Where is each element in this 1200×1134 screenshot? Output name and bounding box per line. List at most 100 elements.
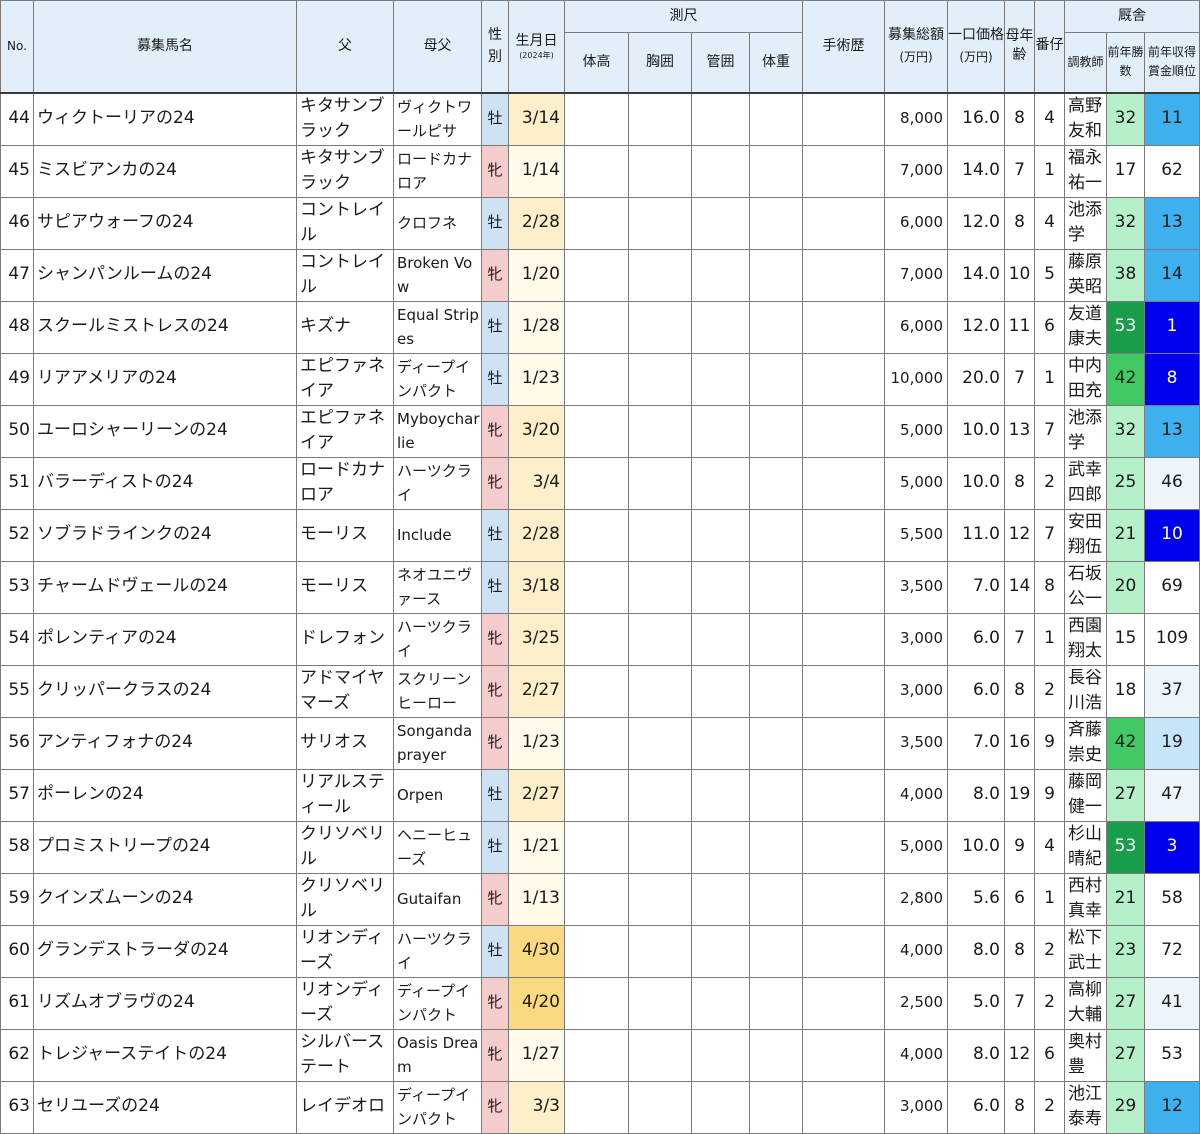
chest-cell: [628, 352, 692, 406]
sire-name: ドレフォン: [296, 612, 394, 666]
col-rank-header: 前年収得賞金順位: [1143, 32, 1200, 93]
height-cell: [564, 404, 629, 458]
total-amount: 5,000: [884, 820, 948, 874]
unit-price: 10.0: [947, 404, 1005, 458]
dam-age: 6: [1004, 872, 1035, 926]
dam-age: 16: [1004, 716, 1035, 770]
row-number: 54: [0, 612, 34, 666]
height-cell: [564, 456, 629, 510]
table-row: 47 シャンパンルームの24 コントレイル Broken Vow 牝 1/20 7,000 1…: [0, 248, 1200, 302]
chest-cell: [628, 1028, 692, 1082]
total-amount: 4,000: [884, 1028, 948, 1082]
sire-name: コントレイル: [296, 196, 394, 250]
unit-price: 8.0: [947, 924, 1005, 978]
unit-price: 11.0: [947, 508, 1005, 562]
horse-name: トレジャーステイトの24: [33, 1028, 297, 1082]
table-row: 49 リアアメリアの24 エピファネイア ディープインパクト牡 1/23 10,000 20…: [0, 352, 1200, 406]
weight-cell: [749, 508, 803, 562]
prev-wins: 18: [1106, 664, 1145, 718]
surgery-cell: [802, 300, 885, 354]
prev-wins: 25: [1106, 456, 1145, 510]
weight-cell: [749, 91, 803, 146]
prev-rank: 58: [1143, 872, 1200, 926]
damsire-name: Orpen: [393, 768, 482, 822]
prev-rank: 14: [1143, 248, 1200, 302]
horse-name: リズムオブラヴの24: [33, 976, 297, 1030]
birth-date: 4/30: [508, 924, 565, 978]
row-number: 46: [0, 196, 34, 250]
sire-name: キタサンブラック: [296, 91, 394, 146]
prev-rank: 72: [1143, 924, 1200, 978]
unit-price: 6.0: [947, 664, 1005, 718]
horse-name: クリッパークラスの24: [33, 664, 297, 718]
prev-rank: 1: [1143, 300, 1200, 354]
prev-wins: 42: [1106, 716, 1145, 770]
prev-wins: 38: [1106, 248, 1145, 302]
chest-cell: [628, 508, 692, 562]
foal-number: 6: [1034, 300, 1065, 354]
foal-number: 2: [1034, 924, 1065, 978]
sex-cell: 牝: [481, 664, 509, 718]
table-body: 44 ウィクトーリアの24 キタサンブラック ヴィクトワールピサ牡 3/14 8,000 1…: [0, 91, 1200, 1134]
row-number: 61: [0, 976, 34, 1030]
horse-name: グランデストラーダの24: [33, 924, 297, 978]
horse-name: スクールミストレスの24: [33, 300, 297, 354]
damsire-name: Equal Stripes: [393, 300, 482, 354]
weight-cell: [749, 1080, 803, 1134]
foal-number: 5: [1034, 248, 1065, 302]
weight-cell: [749, 976, 803, 1030]
total-amount: 3,000: [884, 612, 948, 666]
chest-cell: [628, 872, 692, 926]
table-row: 56 アンティフォナの24 サリオス Songandaprayer 牝 1/23 3,500…: [0, 716, 1200, 770]
total-amount: 4,000: [884, 768, 948, 822]
sex-cell: 牝: [481, 456, 509, 510]
chest-cell: [628, 196, 692, 250]
unit-price: 10.0: [947, 456, 1005, 510]
sex-cell: 牝: [481, 1080, 509, 1134]
total-amount: 5,000: [884, 404, 948, 458]
prev-wins: 53: [1106, 820, 1145, 874]
cannon-cell: [691, 872, 750, 926]
col-chest-header: 胸囲: [628, 32, 692, 93]
weight-cell: [749, 664, 803, 718]
cannon-cell: [691, 664, 750, 718]
sex-cell: 牝: [481, 144, 509, 198]
unit-price: 12.0: [947, 196, 1005, 250]
dam-age: 10: [1004, 248, 1035, 302]
cannon-cell: [691, 716, 750, 770]
trainer-name: 藤岡健一: [1064, 768, 1107, 822]
table-row: 58 プロミストリープの24 クリソベリル ヘニーヒューズ牡 1/21 5,000 10.0…: [0, 820, 1200, 874]
dam-age: 7: [1004, 976, 1035, 1030]
unit-price: 5.0: [947, 976, 1005, 1030]
birth-date: 3/4: [508, 456, 565, 510]
col-surgery-header: 手術歴: [802, 0, 885, 93]
trainer-name: 長谷川浩: [1064, 664, 1107, 718]
sire-name: リオンディーズ: [296, 924, 394, 978]
damsire-name: Gutaifan: [393, 872, 482, 926]
trainer-name: 石坂公一: [1064, 560, 1107, 614]
weight-cell: [749, 196, 803, 250]
weight-cell: [749, 300, 803, 354]
surgery-cell: [802, 716, 885, 770]
dam-age: 7: [1004, 144, 1035, 198]
chest-cell: [628, 404, 692, 458]
row-number: 50: [0, 404, 34, 458]
row-number: 60: [0, 924, 34, 978]
horse-name: リアアメリアの24: [33, 352, 297, 406]
horse-name: ウィクトーリアの24: [33, 91, 297, 146]
unit-price: 8.0: [947, 768, 1005, 822]
prev-rank: 62: [1143, 144, 1200, 198]
unit-price: 20.0: [947, 352, 1005, 406]
trainer-name: 高柳大輔: [1064, 976, 1107, 1030]
trainer-name: 武幸四郎: [1064, 456, 1107, 510]
horse-name: クインズムーンの24: [33, 872, 297, 926]
damsire-name: ハーツクライ: [393, 456, 482, 510]
chest-cell: [628, 664, 692, 718]
dam-age: 14: [1004, 560, 1035, 614]
col-name-header: 募集馬名: [33, 0, 297, 93]
col-total-header: 募集総額 (万円): [884, 0, 948, 93]
surgery-cell: [802, 91, 885, 146]
prev-rank: 37: [1143, 664, 1200, 718]
weight-cell: [749, 872, 803, 926]
height-cell: [564, 716, 629, 770]
